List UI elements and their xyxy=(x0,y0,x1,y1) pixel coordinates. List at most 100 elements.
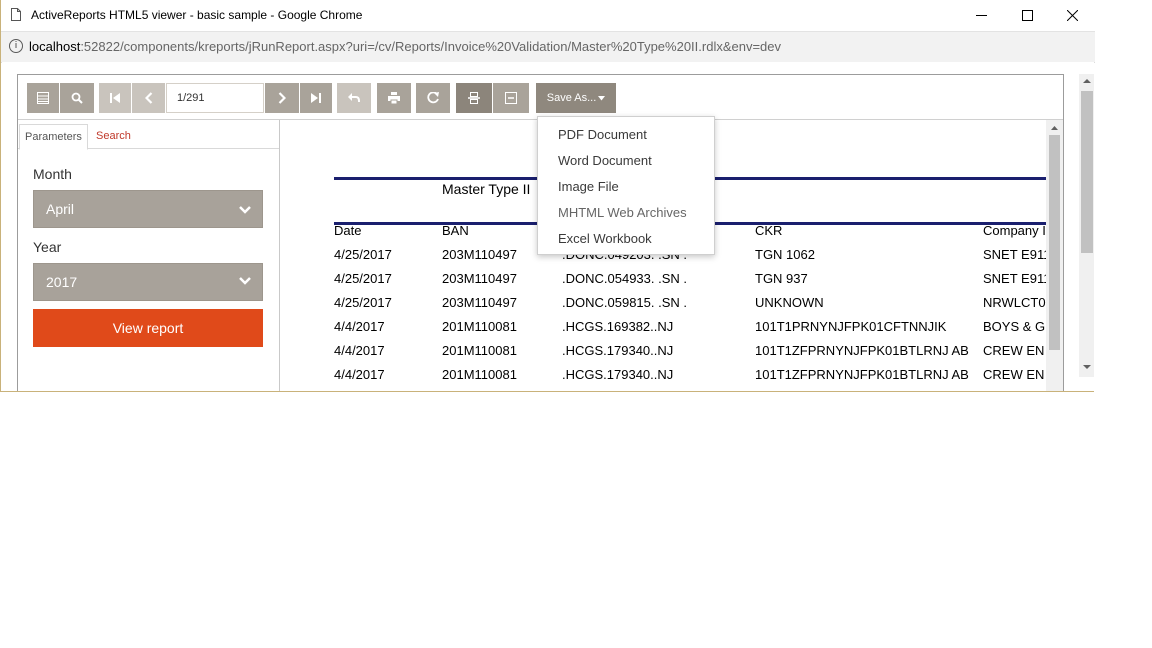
previous-page-button[interactable] xyxy=(132,83,165,113)
page-number-input[interactable]: 1/291 xyxy=(166,83,264,113)
save-as-button[interactable]: Save As... xyxy=(536,83,616,113)
cell-ckr: 101T1ZFPRNYNJFPK01BTLRNJ AB xyxy=(755,367,969,382)
maximize-button[interactable] xyxy=(1004,0,1050,31)
chevron-right-icon xyxy=(278,92,286,104)
viewer-toolbar: 1/291 Save As... xyxy=(18,75,1063,120)
cell-circuit: .DONC.059815. .SN . xyxy=(562,295,687,310)
menu-item-excel[interactable]: Excel Workbook xyxy=(558,231,652,246)
close-button[interactable] xyxy=(1049,0,1095,31)
first-page-icon xyxy=(110,93,120,103)
cell-circuit: .HCGS.179340..NJ xyxy=(562,367,674,382)
sidebar-tabs: Parameters Search xyxy=(18,120,279,150)
refresh-icon xyxy=(427,92,439,104)
minimize-button[interactable] xyxy=(958,0,1004,31)
cell-company: CREW EN xyxy=(983,367,1045,382)
month-select[interactable]: April xyxy=(33,190,263,228)
menu-item-word[interactable]: Word Document xyxy=(558,153,652,168)
cell-ban: 201M110081 xyxy=(442,343,517,358)
parameters-panel: Parameters Search Month April Year 2017 … xyxy=(18,120,280,391)
cell-date: 4/4/2017 xyxy=(334,343,385,358)
column-header-ckr: CKR xyxy=(755,223,783,238)
cell-ban: 201M110081 xyxy=(442,367,517,382)
page-content: 1/291 Save As... Parameters Search Month… xyxy=(2,62,1094,391)
print-button[interactable] xyxy=(377,83,411,113)
cell-ban: 201M110081 xyxy=(442,319,517,334)
cell-circuit: .HCGS.169382..NJ xyxy=(562,319,674,334)
last-page-button[interactable] xyxy=(300,83,332,113)
info-icon[interactable]: i xyxy=(9,39,23,53)
page-scrollbar[interactable] xyxy=(1079,74,1094,377)
year-value: 2017 xyxy=(46,274,78,290)
url-path: :52822/components/kreports/jRunReport.as… xyxy=(80,39,782,54)
cell-date: 4/25/2017 xyxy=(334,247,392,262)
undo-icon xyxy=(348,93,360,102)
month-value: April xyxy=(46,201,75,217)
print-icon xyxy=(388,92,400,104)
report-title: Master Type II xyxy=(442,181,531,197)
cell-company: SNET E911 xyxy=(983,247,1051,262)
close-icon xyxy=(1066,10,1078,21)
cell-circuit: .DONC.054933. .SN . xyxy=(562,271,687,286)
search-icon xyxy=(71,92,83,104)
cell-ckr: 101T1ZFPRNYNJFPK01BTLRNJ AB xyxy=(755,343,969,358)
tab-search[interactable]: Search xyxy=(91,124,136,148)
toggle-sidebar-button[interactable] xyxy=(27,83,59,113)
column-header-ban: BAN xyxy=(442,223,469,238)
cell-ckr: UNKNOWN xyxy=(755,295,824,310)
year-select[interactable]: 2017 xyxy=(33,263,263,301)
browser-window: ActiveReports HTML5 viewer - basic sampl… xyxy=(0,0,1095,392)
maximize-icon xyxy=(1021,10,1033,21)
cell-company: CREW EN xyxy=(983,343,1045,358)
cell-ckr: TGN 1062 xyxy=(755,247,815,262)
title-bar: ActiveReports HTML5 viewer - basic sampl… xyxy=(1,0,1095,31)
refresh-button[interactable] xyxy=(416,83,450,113)
minimize-icon xyxy=(975,15,987,16)
menu-item-pdf[interactable]: PDF Document xyxy=(558,127,647,142)
menu-item-image[interactable]: Image File xyxy=(558,179,619,194)
single-page-icon xyxy=(505,92,517,104)
scroll-up-icon[interactable] xyxy=(1046,123,1063,133)
cell-date: 4/25/2017 xyxy=(334,295,392,310)
chevron-down-icon xyxy=(239,206,251,214)
url-host: localhost xyxy=(29,39,81,54)
cell-ckr: 101T1PRNYNJFPK01CFTNNJIK xyxy=(755,319,947,334)
continuous-view-button[interactable] xyxy=(456,83,492,113)
menu-item-mhtml[interactable]: MHTML Web Archives xyxy=(558,205,687,220)
last-page-icon xyxy=(311,93,321,103)
address-bar[interactable]: i localhost:52822/components/kreports/jR… xyxy=(1,31,1095,63)
page-icon xyxy=(11,8,21,21)
scroll-up-icon[interactable] xyxy=(1079,76,1094,86)
cell-ban: 203M110497 xyxy=(442,295,517,310)
back-to-parent-button[interactable] xyxy=(337,83,371,113)
report-scrollbar[interactable] xyxy=(1046,120,1063,391)
cell-circuit: .HCGS.179340..NJ xyxy=(562,343,674,358)
cell-date: 4/4/2017 xyxy=(334,367,385,382)
year-label: Year xyxy=(33,239,62,255)
view-report-button[interactable]: View report xyxy=(33,309,263,347)
continuous-view-icon xyxy=(468,92,480,104)
save-as-menu: PDF Document Word Document Image File MH… xyxy=(537,116,715,255)
report-viewer: 1/291 Save As... Parameters Search Month… xyxy=(17,74,1064,391)
next-page-button[interactable] xyxy=(265,83,299,113)
first-page-button[interactable] xyxy=(99,83,131,113)
cell-company: BOYS & G xyxy=(983,319,1046,334)
chevron-left-icon xyxy=(144,92,152,104)
column-header-date: Date xyxy=(334,223,362,238)
cell-ckr: TGN 937 xyxy=(755,271,808,286)
caret-down-icon xyxy=(598,95,606,100)
search-button[interactable] xyxy=(60,83,94,113)
scroll-down-icon[interactable] xyxy=(1079,362,1094,372)
month-label: Month xyxy=(33,166,72,182)
cell-company: NRWLCT0 xyxy=(983,295,1046,310)
single-page-view-button[interactable] xyxy=(493,83,529,113)
report-scrollbar-thumb[interactable] xyxy=(1049,135,1060,350)
chevron-down-icon xyxy=(239,277,251,285)
window-title: ActiveReports HTML5 viewer - basic sampl… xyxy=(31,8,363,22)
cell-ban: 203M110497 xyxy=(442,247,517,262)
page-scrollbar-thumb[interactable] xyxy=(1081,91,1093,253)
column-header-company: Company I xyxy=(983,223,1046,238)
cell-date: 4/25/2017 xyxy=(334,271,392,286)
url-text[interactable]: localhost:52822/components/kreports/jRun… xyxy=(29,39,781,54)
tab-parameters[interactable]: Parameters xyxy=(19,124,88,150)
cell-date: 4/4/2017 xyxy=(334,319,385,334)
